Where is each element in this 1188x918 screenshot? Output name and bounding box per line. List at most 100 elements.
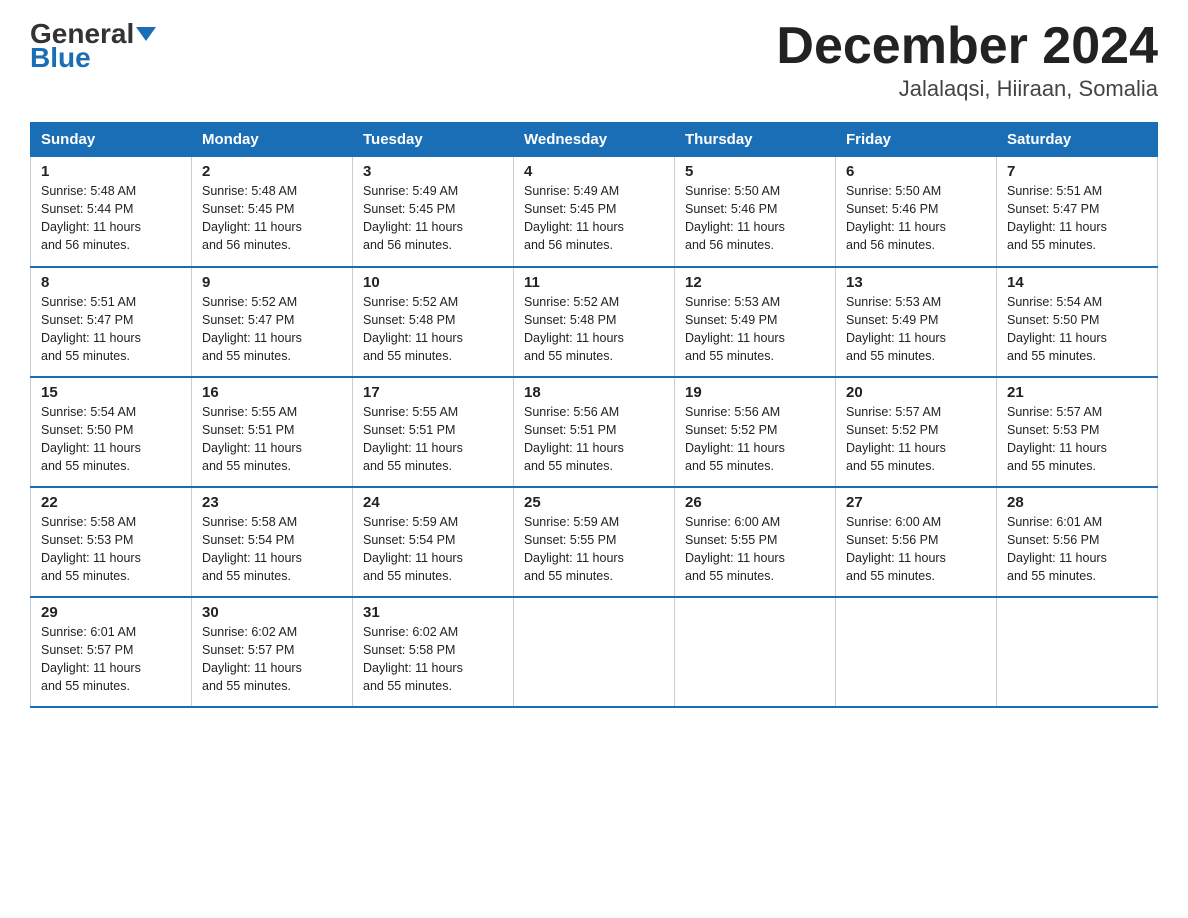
- calendar-cell: 6 Sunrise: 5:50 AM Sunset: 5:46 PM Dayli…: [836, 157, 997, 267]
- calendar-week-row: 22 Sunrise: 5:58 AM Sunset: 5:53 PM Dayl…: [31, 487, 1158, 597]
- logo: General Blue: [30, 20, 156, 72]
- day-number: 27: [846, 494, 986, 511]
- day-info: Sunrise: 5:57 AM Sunset: 5:53 PM Dayligh…: [1007, 403, 1147, 476]
- day-info: Sunrise: 6:02 AM Sunset: 5:57 PM Dayligh…: [202, 623, 342, 696]
- day-number: 29: [41, 604, 181, 621]
- calendar-cell: 5 Sunrise: 5:50 AM Sunset: 5:46 PM Dayli…: [675, 157, 836, 267]
- calendar-cell: [514, 597, 675, 707]
- day-info: Sunrise: 5:49 AM Sunset: 5:45 PM Dayligh…: [524, 182, 664, 255]
- day-number: 15: [41, 384, 181, 401]
- day-number: 5: [685, 163, 825, 180]
- day-number: 12: [685, 274, 825, 291]
- calendar-cell: 31 Sunrise: 6:02 AM Sunset: 5:58 PM Dayl…: [353, 597, 514, 707]
- day-number: 2: [202, 163, 342, 180]
- calendar-week-row: 8 Sunrise: 5:51 AM Sunset: 5:47 PM Dayli…: [31, 267, 1158, 377]
- day-info: Sunrise: 5:51 AM Sunset: 5:47 PM Dayligh…: [41, 293, 181, 366]
- day-info: Sunrise: 5:53 AM Sunset: 5:49 PM Dayligh…: [846, 293, 986, 366]
- logo-arrow-icon: [136, 27, 156, 41]
- calendar-cell: 24 Sunrise: 5:59 AM Sunset: 5:54 PM Dayl…: [353, 487, 514, 597]
- calendar-body: 1 Sunrise: 5:48 AM Sunset: 5:44 PM Dayli…: [31, 157, 1158, 707]
- calendar-header: SundayMondayTuesdayWednesdayThursdayFrid…: [31, 123, 1158, 157]
- weekday-header-sunday: Sunday: [31, 123, 192, 157]
- day-number: 19: [685, 384, 825, 401]
- day-info: Sunrise: 6:02 AM Sunset: 5:58 PM Dayligh…: [363, 623, 503, 696]
- day-info: Sunrise: 5:58 AM Sunset: 5:54 PM Dayligh…: [202, 513, 342, 586]
- calendar-cell: 1 Sunrise: 5:48 AM Sunset: 5:44 PM Dayli…: [31, 157, 192, 267]
- calendar-cell: [997, 597, 1158, 707]
- calendar-cell: 10 Sunrise: 5:52 AM Sunset: 5:48 PM Dayl…: [353, 267, 514, 377]
- day-number: 17: [363, 384, 503, 401]
- calendar-cell: 22 Sunrise: 5:58 AM Sunset: 5:53 PM Dayl…: [31, 487, 192, 597]
- calendar-cell: 13 Sunrise: 5:53 AM Sunset: 5:49 PM Dayl…: [836, 267, 997, 377]
- day-info: Sunrise: 5:52 AM Sunset: 5:47 PM Dayligh…: [202, 293, 342, 366]
- calendar-table: SundayMondayTuesdayWednesdayThursdayFrid…: [30, 122, 1158, 708]
- day-number: 25: [524, 494, 664, 511]
- weekday-header-monday: Monday: [192, 123, 353, 157]
- calendar-cell: 23 Sunrise: 5:58 AM Sunset: 5:54 PM Dayl…: [192, 487, 353, 597]
- logo-blue: Blue: [30, 44, 91, 72]
- day-info: Sunrise: 5:53 AM Sunset: 5:49 PM Dayligh…: [685, 293, 825, 366]
- day-number: 21: [1007, 384, 1147, 401]
- page-header: General Blue December 2024 Jalalaqsi, Hi…: [30, 20, 1158, 102]
- weekday-header-row: SundayMondayTuesdayWednesdayThursdayFrid…: [31, 123, 1158, 157]
- day-number: 1: [41, 163, 181, 180]
- weekday-header-wednesday: Wednesday: [514, 123, 675, 157]
- calendar-cell: 20 Sunrise: 5:57 AM Sunset: 5:52 PM Dayl…: [836, 377, 997, 487]
- day-number: 26: [685, 494, 825, 511]
- day-number: 23: [202, 494, 342, 511]
- day-number: 20: [846, 384, 986, 401]
- calendar-cell: 7 Sunrise: 5:51 AM Sunset: 5:47 PM Dayli…: [997, 157, 1158, 267]
- day-number: 9: [202, 274, 342, 291]
- day-info: Sunrise: 5:59 AM Sunset: 5:54 PM Dayligh…: [363, 513, 503, 586]
- day-info: Sunrise: 5:56 AM Sunset: 5:51 PM Dayligh…: [524, 403, 664, 476]
- day-number: 14: [1007, 274, 1147, 291]
- calendar-cell: 19 Sunrise: 5:56 AM Sunset: 5:52 PM Dayl…: [675, 377, 836, 487]
- calendar-cell: 26 Sunrise: 6:00 AM Sunset: 5:55 PM Dayl…: [675, 487, 836, 597]
- calendar-cell: 3 Sunrise: 5:49 AM Sunset: 5:45 PM Dayli…: [353, 157, 514, 267]
- calendar-cell: 9 Sunrise: 5:52 AM Sunset: 5:47 PM Dayli…: [192, 267, 353, 377]
- day-info: Sunrise: 5:52 AM Sunset: 5:48 PM Dayligh…: [524, 293, 664, 366]
- day-info: Sunrise: 5:48 AM Sunset: 5:45 PM Dayligh…: [202, 182, 342, 255]
- day-number: 7: [1007, 163, 1147, 180]
- calendar-cell: 8 Sunrise: 5:51 AM Sunset: 5:47 PM Dayli…: [31, 267, 192, 377]
- day-number: 11: [524, 274, 664, 291]
- day-info: Sunrise: 6:01 AM Sunset: 5:56 PM Dayligh…: [1007, 513, 1147, 586]
- day-info: Sunrise: 5:55 AM Sunset: 5:51 PM Dayligh…: [363, 403, 503, 476]
- day-number: 16: [202, 384, 342, 401]
- location-title: Jalalaqsi, Hiiraan, Somalia: [776, 76, 1158, 102]
- calendar-cell: [836, 597, 997, 707]
- weekday-header-saturday: Saturday: [997, 123, 1158, 157]
- day-number: 28: [1007, 494, 1147, 511]
- weekday-header-thursday: Thursday: [675, 123, 836, 157]
- calendar-cell: 4 Sunrise: 5:49 AM Sunset: 5:45 PM Dayli…: [514, 157, 675, 267]
- day-info: Sunrise: 5:57 AM Sunset: 5:52 PM Dayligh…: [846, 403, 986, 476]
- calendar-cell: 27 Sunrise: 6:00 AM Sunset: 5:56 PM Dayl…: [836, 487, 997, 597]
- day-info: Sunrise: 5:59 AM Sunset: 5:55 PM Dayligh…: [524, 513, 664, 586]
- calendar-week-row: 1 Sunrise: 5:48 AM Sunset: 5:44 PM Dayli…: [31, 157, 1158, 267]
- day-number: 24: [363, 494, 503, 511]
- day-info: Sunrise: 5:50 AM Sunset: 5:46 PM Dayligh…: [685, 182, 825, 255]
- day-info: Sunrise: 5:54 AM Sunset: 5:50 PM Dayligh…: [41, 403, 181, 476]
- day-number: 10: [363, 274, 503, 291]
- calendar-cell: 14 Sunrise: 5:54 AM Sunset: 5:50 PM Dayl…: [997, 267, 1158, 377]
- day-info: Sunrise: 5:52 AM Sunset: 5:48 PM Dayligh…: [363, 293, 503, 366]
- day-number: 31: [363, 604, 503, 621]
- calendar-cell: 16 Sunrise: 5:55 AM Sunset: 5:51 PM Dayl…: [192, 377, 353, 487]
- day-info: Sunrise: 6:00 AM Sunset: 5:55 PM Dayligh…: [685, 513, 825, 586]
- day-number: 6: [846, 163, 986, 180]
- day-number: 3: [363, 163, 503, 180]
- day-number: 8: [41, 274, 181, 291]
- day-info: Sunrise: 6:01 AM Sunset: 5:57 PM Dayligh…: [41, 623, 181, 696]
- day-info: Sunrise: 5:58 AM Sunset: 5:53 PM Dayligh…: [41, 513, 181, 586]
- calendar-cell: 18 Sunrise: 5:56 AM Sunset: 5:51 PM Dayl…: [514, 377, 675, 487]
- day-info: Sunrise: 5:55 AM Sunset: 5:51 PM Dayligh…: [202, 403, 342, 476]
- weekday-header-tuesday: Tuesday: [353, 123, 514, 157]
- day-info: Sunrise: 5:51 AM Sunset: 5:47 PM Dayligh…: [1007, 182, 1147, 255]
- calendar-cell: [675, 597, 836, 707]
- calendar-cell: 28 Sunrise: 6:01 AM Sunset: 5:56 PM Dayl…: [997, 487, 1158, 597]
- calendar-cell: 17 Sunrise: 5:55 AM Sunset: 5:51 PM Dayl…: [353, 377, 514, 487]
- day-number: 18: [524, 384, 664, 401]
- calendar-week-row: 29 Sunrise: 6:01 AM Sunset: 5:57 PM Dayl…: [31, 597, 1158, 707]
- calendar-cell: 12 Sunrise: 5:53 AM Sunset: 5:49 PM Dayl…: [675, 267, 836, 377]
- calendar-cell: 2 Sunrise: 5:48 AM Sunset: 5:45 PM Dayli…: [192, 157, 353, 267]
